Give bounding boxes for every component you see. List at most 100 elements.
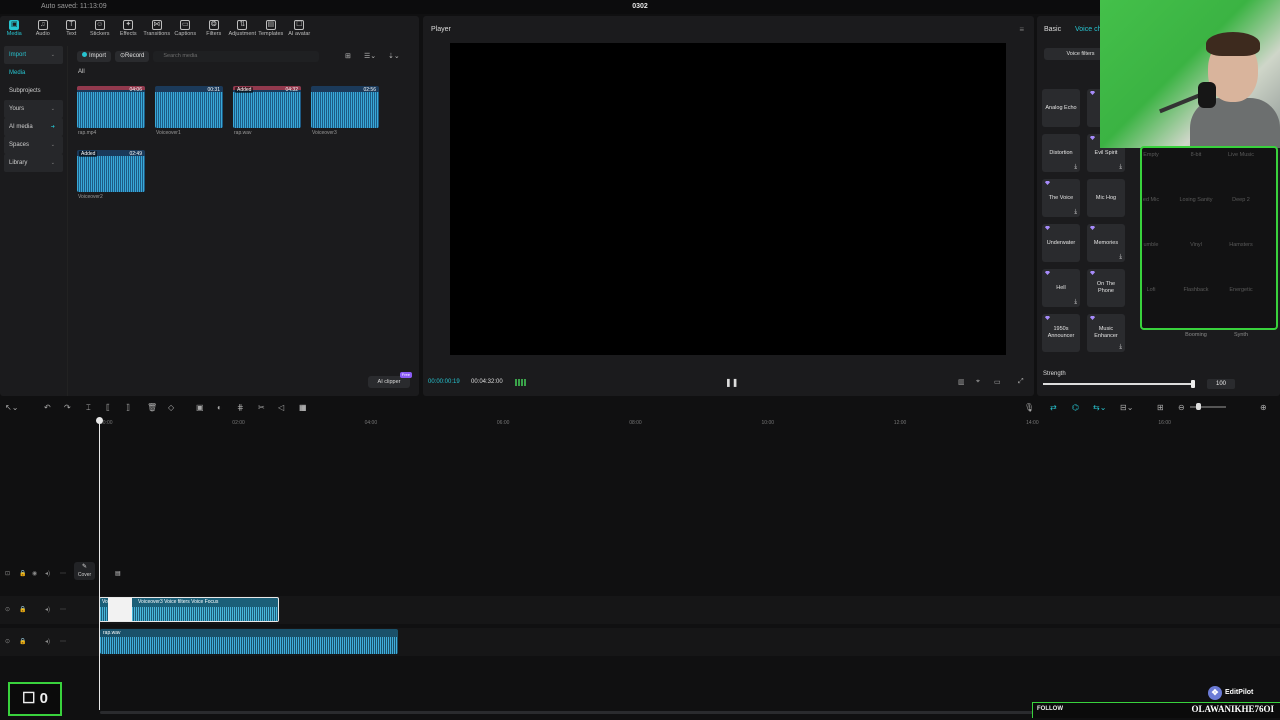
tab-all[interactable]: All [78,69,85,75]
grid-view-icon[interactable]: ⊞ [345,52,351,60]
mark-icon[interactable]: ◇ [168,403,174,412]
audio-icon[interactable]: ◂) [45,570,50,577]
strength-slider-handle[interactable] [1191,380,1195,388]
tab-ai-avatar[interactable]: ☐ AI avatar [285,16,314,42]
tab-adjustment[interactable]: ⇅ Adjustment [228,16,257,42]
tab-captions[interactable]: ▭ Captions [171,16,200,42]
voice-filter-card[interactable]: Analog Echo [1042,89,1080,127]
lock-icon[interactable]: 🔒 [19,570,26,577]
voice-filter-card[interactable]: Underwater [1042,224,1080,262]
freeze-icon[interactable]: ⋕ [237,403,244,412]
undo-icon[interactable]: ↶ [44,403,51,412]
sort-icon[interactable]: ☰⌄ [364,52,376,60]
split-icon[interactable]: ⌶ [86,403,91,413]
tab-effects[interactable]: ✦ Effects [114,16,143,42]
zoom-slider-handle[interactable] [1196,403,1201,410]
voice-filter-card[interactable]: Distortion ⤓ [1042,134,1080,172]
more-icon[interactable]: ⋯ [60,570,66,577]
speed-icon[interactable]: ◁ [278,403,284,412]
frame-icon[interactable]: ▤ [115,570,121,577]
lock-icon[interactable]: 🔒 [19,638,26,645]
strength-slider[interactable] [1043,383,1193,385]
ratio-icon[interactable]: ▭ [994,378,1001,386]
delete-icon[interactable]: 🗑 [147,403,157,412]
fullscreen-icon[interactable]: ⤢ [1018,378,1024,386]
timeline-ruler[interactable]: 00:00 02:00 04:00 06:00 08:00 10:00 12:00 14:00… [98,418,1280,428]
voice-filter-card[interactable]: 1950s Announcer [1042,314,1080,352]
strength-value[interactable]: 100 [1207,379,1235,389]
media-clip[interactable]: 04:06 [77,86,145,128]
download-icon: ⤓ [1074,299,1077,305]
mirror-icon[interactable]: ◐ [217,403,222,412]
voice-filter-card[interactable]: Hell ⤓ [1042,269,1080,307]
audio-track-icon[interactable]: ⊙ [5,606,10,613]
playhead-handle[interactable] [96,417,103,424]
media-clip[interactable]: 04:32 Added [233,86,301,128]
link-icon[interactable]: ⇄ [1050,403,1057,412]
voice-filter-card[interactable]: On The Phone [1087,269,1125,307]
quality-icon[interactable]: ▥ [958,378,965,386]
media-clip[interactable]: 02:49 Added [77,150,145,192]
transcript-icon[interactable]: ▦ [299,403,307,412]
voice-filter-card[interactable]: Memories ⤓ [1087,224,1125,262]
pause-button[interactable]: ❚❚ [725,378,738,387]
voice-filter-card[interactable]: Mic Hog [1087,179,1125,217]
ruler-tick-label: 10:00 [761,420,775,426]
media-clip[interactable]: 02:56 [311,86,379,128]
crop-icon[interactable]: ▣ [196,403,204,412]
focus-icon[interactable]: ⌖ [976,378,980,386]
search-input[interactable]: Search media [153,50,320,62]
voice-filter-card[interactable]: The Voice ⤓ [1042,179,1080,217]
split-left-icon[interactable]: ⟦ [106,403,110,412]
sidebar-item-import[interactable]: Import ⌄ [4,46,63,64]
filter-icon[interactable]: ⇣⌄ [388,52,400,60]
import-button[interactable]: Import [77,50,112,62]
video-preview[interactable] [450,43,1006,355]
audio-track-icon[interactable]: ⊙ [5,638,10,645]
tab-audio[interactable]: ♫ Audio [29,16,58,42]
timeline-clip-rap-wav[interactable]: rap.wav [100,629,398,654]
cover-button[interactable]: ✎ Cover [74,562,95,580]
sidebar-item-ai-media[interactable]: AI media ➜ [4,118,63,136]
menu-icon[interactable]: ≡ [1019,25,1024,34]
split-right-icon[interactable]: ⟧ [126,403,130,412]
select-tool-icon[interactable]: ↖⌄ [5,403,18,412]
audio-icon[interactable]: ◂) [45,606,50,613]
sidebar-item-library[interactable]: Library ⌄ [4,154,63,172]
fit-icon[interactable]: ⊞ [1157,403,1164,412]
more-icon[interactable]: ⋯ [60,638,66,645]
media-clip[interactable]: 00:31 [155,86,223,128]
tab-voice-changer[interactable]: Voice ch [1075,26,1101,33]
track-visibility-icon[interactable]: ⊡ [5,570,10,577]
mic-record-icon[interactable]: 🎙 [1024,403,1034,412]
eye-icon[interactable]: ◉ [32,570,37,577]
ai-clipper-label: AI clipper [377,379,401,385]
more-icon[interactable]: ⋯ [60,606,66,613]
playhead[interactable] [99,418,100,710]
audio-icon[interactable]: ◂) [45,638,50,645]
tab-templates[interactable]: ▤ Templates [257,16,286,42]
preview-axis-icon[interactable]: ⇆⌄ [1093,403,1106,412]
tab-text[interactable]: T Text [57,16,86,42]
zoom-out-icon[interactable]: ⊖ [1178,403,1185,412]
tab-media[interactable]: ▣ Media [0,16,29,42]
tab-stickers[interactable]: ☺ Stickers [86,16,115,42]
ratio-toggle-icon[interactable]: ⊟⌄ [1120,403,1133,412]
zoom-in-icon[interactable]: ⊕ [1260,403,1267,412]
snap-icon[interactable]: ⌬ [1072,403,1079,412]
pro-gem-icon [1045,271,1050,275]
tab-transitions[interactable]: ⋈ Transitions [143,16,172,42]
sidebar-item-spaces[interactable]: Spaces ⌄ [4,136,63,154]
redo-icon[interactable]: ↷ [64,403,71,412]
voice-filter-card[interactable]: Music Enhancer ⤓ [1087,314,1125,352]
timeline-clip-voiceover3[interactable]: Vo Voiceover3 Voice filters Voice Focus [99,597,279,622]
sidebar-item-subprojects[interactable]: Subprojects [0,82,67,100]
lock-icon[interactable]: 🔒 [19,606,26,613]
sidebar-item-media[interactable]: Media [0,64,67,82]
sidebar-item-yours[interactable]: Yours ⌄ [4,100,63,118]
tab-filters[interactable]: ❂ Filters [200,16,229,42]
tab-basic[interactable]: Basic [1044,26,1061,33]
ai-edit-icon[interactable]: ✂ [258,403,265,412]
record-button[interactable]: ⊙Record [115,50,150,62]
ai-clipper-button[interactable]: AI clipper Free [368,372,412,388]
